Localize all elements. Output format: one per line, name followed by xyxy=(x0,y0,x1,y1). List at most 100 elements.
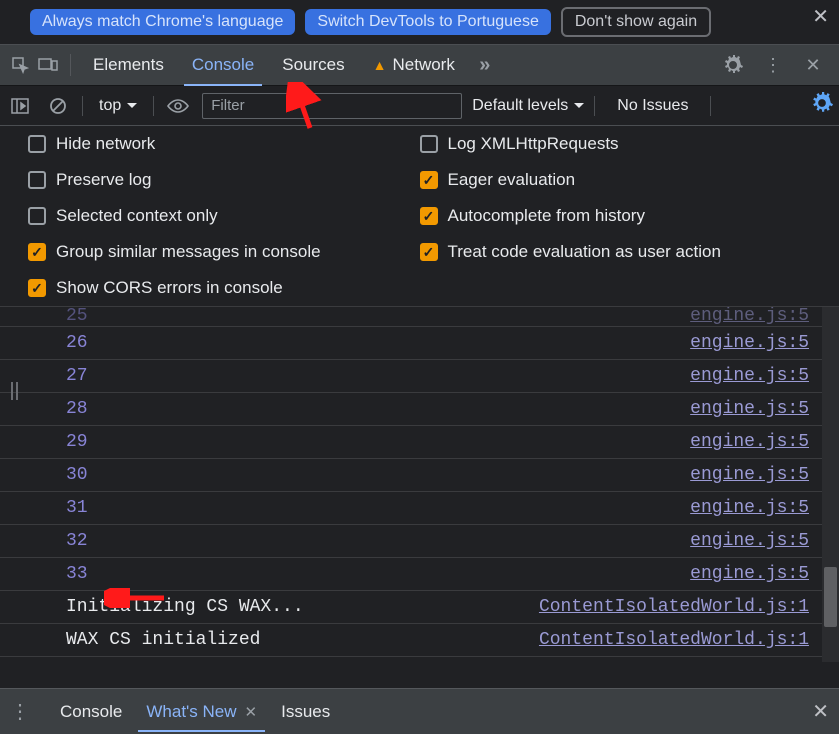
opt-label: Group similar messages in console xyxy=(56,242,321,262)
tab-network[interactable]: ▲ Network xyxy=(359,45,469,85)
opt-label: Preserve log xyxy=(56,170,151,190)
opt-eager-eval[interactable]: Eager evaluation xyxy=(420,170,812,190)
source-link[interactable]: engine.js:5 xyxy=(690,333,809,353)
source-link[interactable]: engine.js:5 xyxy=(690,564,809,584)
opt-label: Show CORS errors in console xyxy=(56,278,283,298)
source-link[interactable]: engine.js:5 xyxy=(690,465,809,485)
opt-group-similar[interactable]: Group similar messages in console xyxy=(28,242,420,262)
opt-autocomplete[interactable]: Autocomplete from history xyxy=(420,206,812,226)
divider xyxy=(82,96,83,116)
checkbox-icon xyxy=(420,171,438,189)
match-language-button[interactable]: Always match Chrome's language xyxy=(30,9,295,35)
warning-icon: ▲ xyxy=(373,57,387,73)
issues-count[interactable]: No Issues xyxy=(617,97,688,115)
opt-label: Hide network xyxy=(56,134,155,154)
opt-show-cors[interactable]: Show CORS errors in console xyxy=(28,278,420,298)
checkbox-icon xyxy=(28,171,46,189)
more-tabs-icon[interactable]: » xyxy=(469,51,497,79)
divider xyxy=(594,96,595,116)
context-selector[interactable]: top xyxy=(93,95,143,117)
inspect-icon[interactable] xyxy=(6,51,34,79)
opt-treat-user[interactable]: Treat code evaluation as user action xyxy=(420,242,812,262)
checkbox-icon xyxy=(420,135,438,153)
tab-network-label: Network xyxy=(392,55,454,75)
console-settings-icon[interactable] xyxy=(811,92,833,120)
log-number: 29 xyxy=(66,432,96,452)
opt-selected-ctx[interactable]: Selected context only xyxy=(28,206,420,226)
log-number: 32 xyxy=(66,531,96,551)
drawer-tab-console[interactable]: Console xyxy=(48,692,134,732)
log-row[interactable]: 29 engine.js:5 xyxy=(0,426,839,459)
tab-sources[interactable]: Sources xyxy=(268,45,358,85)
opt-hide-network[interactable]: Hide network xyxy=(28,134,420,154)
source-link[interactable]: ContentIsolatedWorld.js:1 xyxy=(539,630,809,650)
drawer-tab-bar: ⋮ Console What's New ✕ Issues ✕ xyxy=(0,688,839,734)
source-link[interactable]: engine.js:5 xyxy=(690,498,809,518)
source-link[interactable]: engine.js:5 xyxy=(690,399,809,419)
opt-log-xhr[interactable]: Log XMLHttpRequests xyxy=(420,134,812,154)
chevron-down-icon xyxy=(574,97,584,115)
source-link[interactable]: engine.js:5 xyxy=(690,432,809,452)
log-number: 30 xyxy=(66,465,96,485)
dont-show-again-button[interactable]: Don't show again xyxy=(561,7,711,37)
log-number: 31 xyxy=(66,498,96,518)
source-link[interactable]: ContentIsolatedWorld.js:1 xyxy=(539,597,809,617)
log-row[interactable]: 26 engine.js:5 xyxy=(0,327,839,360)
console-log-area: 25 engine.js:5 26engine.js:527engine.js:… xyxy=(0,306,839,662)
opt-label: Autocomplete from history xyxy=(448,206,645,226)
checkbox-icon xyxy=(420,243,438,261)
source-link[interactable]: engine.js:5 xyxy=(690,531,809,551)
log-row[interactable]: 28 engine.js:5 xyxy=(0,393,839,426)
checkbox-icon xyxy=(28,279,46,297)
log-number: 26 xyxy=(66,333,96,353)
close-icon[interactable]: ✕ xyxy=(812,4,829,29)
console-settings-panel: Hide network Log XMLHttpRequests Preserv… xyxy=(0,126,839,306)
log-number: 28 xyxy=(66,399,96,419)
language-bar: Always match Chrome's language Switch De… xyxy=(0,0,839,44)
divider xyxy=(70,54,71,76)
log-level-selector[interactable]: Default levels xyxy=(472,97,584,115)
settings-icon[interactable] xyxy=(719,51,747,79)
close-drawer-icon[interactable]: ✕ xyxy=(812,699,829,724)
opt-label: Log XMLHttpRequests xyxy=(448,134,619,154)
checkbox-icon xyxy=(420,207,438,225)
scrollbar-thumb[interactable] xyxy=(824,567,837,627)
chevron-down-icon xyxy=(127,97,137,115)
kebab-menu-icon[interactable]: ⋮ xyxy=(10,699,30,724)
log-row[interactable]: 30 engine.js:5 xyxy=(0,459,839,492)
log-row[interactable]: Initializing CS WAX... ContentIsolatedWor… xyxy=(0,591,839,624)
source-link[interactable]: engine.js:5 xyxy=(690,306,809,326)
log-row[interactable]: 31 engine.js:5 xyxy=(0,492,839,525)
source-link[interactable]: engine.js:5 xyxy=(690,366,809,386)
log-row[interactable]: 27engine.js:5 xyxy=(0,360,839,393)
tab-console[interactable]: Console xyxy=(178,45,268,85)
drawer-tab-whats-new[interactable]: What's New ✕ xyxy=(134,692,269,732)
log-message: Initializing CS WAX... xyxy=(66,597,304,617)
divider xyxy=(710,96,711,116)
console-filter-bar: top Default levels No Issues xyxy=(0,86,839,126)
log-level-label: Default levels xyxy=(472,97,568,115)
log-row[interactable]: 25 engine.js:5 xyxy=(0,307,839,327)
log-row[interactable]: WAX CS initializedContentIsolatedWorld.j… xyxy=(0,624,839,657)
drawer-tab-issues[interactable]: Issues xyxy=(269,692,342,732)
log-number: 33 xyxy=(66,564,96,584)
close-icon[interactable]: ✕ xyxy=(245,703,258,721)
drawer-tab-label: What's New xyxy=(146,702,236,722)
log-row[interactable]: 33 engine.js:5 xyxy=(0,558,839,591)
sidebar-toggle-icon[interactable] xyxy=(6,92,34,120)
kebab-menu-icon[interactable]: ⋮ xyxy=(759,51,787,79)
gutter-handle-icon[interactable] xyxy=(3,380,25,402)
scrollbar[interactable] xyxy=(822,307,839,662)
opt-label: Eager evaluation xyxy=(448,170,576,190)
checkbox-icon xyxy=(28,207,46,225)
filter-input[interactable] xyxy=(202,93,462,119)
device-toolbar-icon[interactable] xyxy=(34,51,62,79)
tab-elements[interactable]: Elements xyxy=(79,45,178,85)
close-devtools-icon[interactable]: ✕ xyxy=(799,51,827,79)
switch-language-button[interactable]: Switch DevTools to Portuguese xyxy=(305,9,550,35)
opt-label: Treat code evaluation as user action xyxy=(448,242,721,262)
log-row[interactable]: 32 engine.js:5 xyxy=(0,525,839,558)
clear-console-icon[interactable] xyxy=(44,92,72,120)
eye-icon[interactable] xyxy=(164,92,192,120)
opt-preserve-log[interactable]: Preserve log xyxy=(28,170,420,190)
